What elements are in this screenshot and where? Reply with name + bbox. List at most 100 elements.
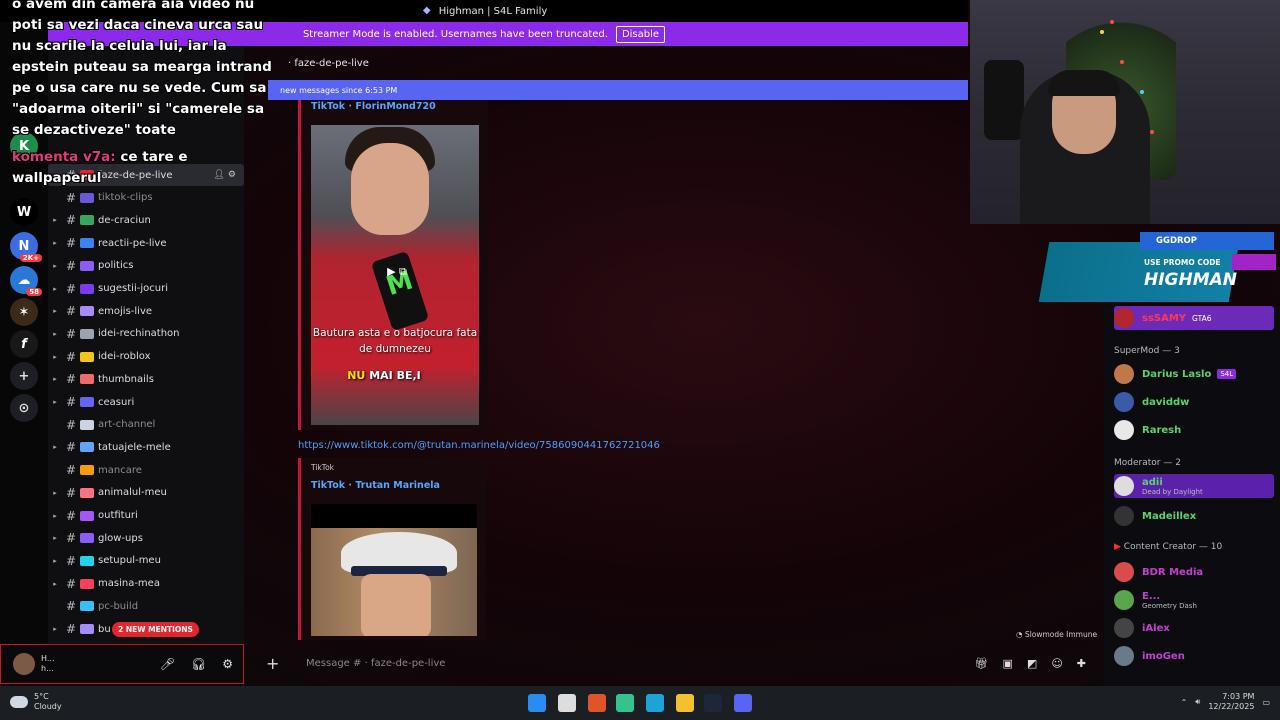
play-icon[interactable]: ▶ ⧉ [379,265,415,285]
server-icon[interactable]: W [10,198,38,226]
emoji-icon[interactable]: ☺ [1051,657,1062,670]
start-icon[interactable] [528,694,546,712]
channel-item[interactable]: ▸ # ceasuri [48,391,244,413]
channel-item[interactable]: # art-channel [48,414,244,436]
channel-item[interactable]: ▸ # reactii-pe-live [48,232,244,254]
channel-item[interactable]: ▸ # sugestii-jocuri [48,278,244,300]
server-icon[interactable]: ☁ 58 [10,266,42,296]
explorer-window-icon[interactable] [558,694,576,712]
avatar [1114,420,1134,440]
channel-item[interactable]: ▸ # thumbnails [48,368,244,390]
member-item[interactable]: ssSAMY GTA6 [1114,306,1274,330]
message-input[interactable]: Message # · faze-de-pe-live [306,658,445,669]
server-icon[interactable]: N 2K+ [10,232,42,262]
new-messages-bar[interactable]: new messages since 6:53 PM [268,80,968,100]
expand-arrow-icon[interactable]: ▸ [48,353,62,361]
attach-plus-icon[interactable]: + [266,654,286,673]
channel-item[interactable]: ▸ # de-craciun [48,209,244,231]
video-preview[interactable]: M ▶ ⧉ Bautura asta e o batjocura fata de… [311,125,479,425]
channel-item[interactable]: # pc-build [48,595,244,617]
member-item[interactable]: BDR Media [1114,560,1278,584]
chrome-icon[interactable] [616,694,634,712]
member-tag: GTA6 [1192,313,1212,323]
steam-icon[interactable] [704,694,722,712]
avatar[interactable] [13,653,35,675]
expand-arrow-icon[interactable]: ▸ [48,534,62,542]
expand-arrow-icon[interactable]: ▸ [48,262,62,270]
tree-light [1120,60,1124,64]
channel-item[interactable]: ▸ # glow-ups [48,527,244,549]
channel-item[interactable]: ▸ # setupul-meu [48,550,244,572]
hashtag-icon: # [65,576,77,591]
avatar [1114,590,1134,610]
disable-streamer-mode-button[interactable]: Disable [615,25,666,43]
expand-arrow-icon[interactable]: ▸ [48,557,62,565]
expand-arrow-icon[interactable]: ▸ [48,307,62,315]
channel-item[interactable]: ▸ # idei-rechinathon [48,323,244,345]
embed-title[interactable]: TikTok · Trutan Marinela [311,480,440,491]
video-preview[interactable] [311,504,477,636]
gift-icon[interactable]: 🎁︎ [975,657,989,670]
member-item[interactable]: adii Dead by Daylight [1114,474,1274,498]
weather-widget[interactable]: 5°C Cloudy [10,692,62,712]
sticker-icon[interactable]: ◩ [1027,657,1037,670]
channel-item[interactable]: ▸ # emojis-live [48,300,244,322]
member-item[interactable]: imoGen [1114,644,1278,668]
channel-name: sugestii-jocuri [98,283,168,294]
settings-gear-icon[interactable]: ⚙ [222,657,233,671]
gif-icon[interactable]: ▣ [1003,657,1013,670]
member-item[interactable]: Darius Laslo S4L [1114,362,1278,386]
member-item[interactable]: Madeillex [1114,504,1278,528]
channel-item[interactable]: ▸ # outfituri [48,505,244,527]
member-item[interactable]: E... Geometry Dash [1114,588,1278,612]
channel-item[interactable]: ▸ # masina-mea [48,573,244,595]
brave-icon[interactable] [588,694,606,712]
folder-icon[interactable] [676,694,694,712]
headphones-icon[interactable]: 🎧︎ [191,657,206,671]
video-face [351,143,429,235]
expand-arrow-icon[interactable]: ▸ [48,330,62,338]
weather-desc: Cloudy [34,702,62,711]
microphone-icon[interactable]: 🎤︎ [160,657,175,671]
message-link[interactable]: https://www.tiktok.com/@trutan.marinela/… [298,440,660,451]
member-tag: S4L [1217,369,1237,379]
promo-line-1: USE PROMO CODE [1144,258,1221,267]
apps-icon[interactable]: ✚ [1077,657,1086,670]
channel-item[interactable]: # mancare [48,459,244,481]
expand-arrow-icon[interactable]: ▸ [48,580,62,588]
video-can: M [370,250,430,332]
expand-arrow-icon[interactable]: ▸ [48,398,62,406]
channel-item[interactable]: ▸ # politics [48,255,244,277]
add-server-icon[interactable]: + [10,362,38,390]
member-item[interactable]: iAlex [1114,616,1278,640]
channel-name: tiktok-clips [98,192,153,204]
expand-arrow-icon[interactable]: ▸ [48,216,62,224]
volume-icon[interactable]: 🔊︎ [1195,697,1200,707]
channel-item[interactable]: # tiktok-clips [48,187,244,209]
expand-arrow-icon[interactable]: ▸ [48,625,62,633]
expand-arrow-icon[interactable]: ▸ [48,443,62,451]
new-messages-text: new messages since 6:53 PM [280,85,398,95]
clock[interactable]: 7:03 PM 12/22/2025 [1208,692,1254,712]
embed-title[interactable]: TikTok · FlorinMond720 [311,101,436,112]
channel-item[interactable]: ▸ # idei-roblox [48,346,244,368]
expand-arrow-icon[interactable]: ▸ [48,489,62,497]
user-name[interactable]: H... h... [41,654,55,674]
member-item[interactable]: Raresh [1114,418,1278,442]
channel-item[interactable]: ▸ # tatuajele-mele [48,436,244,458]
expand-arrow-icon[interactable]: ▸ [48,285,62,293]
discover-icon[interactable]: ⊙ [10,394,38,422]
app-icon[interactable] [646,694,664,712]
channel-item[interactable]: ▸ # animalul-meu [48,482,244,504]
expand-arrow-icon[interactable]: ▸ [48,375,62,383]
server-icon[interactable]: ✶ [10,298,38,326]
server-icon[interactable]: f [10,330,38,358]
member-item[interactable]: daviddw [1114,390,1278,414]
expand-arrow-icon[interactable]: ▸ [48,512,62,520]
new-mentions-pill[interactable]: 2 NEW MENTIONS [112,622,199,637]
discord-icon[interactable] [734,694,752,712]
chevron-up-icon[interactable]: ⌃ [1181,698,1188,707]
window-title: Highman | S4L Family [438,5,548,17]
expand-arrow-icon[interactable]: ▸ [48,239,62,247]
notification-icon[interactable]: ▭ [1262,698,1270,707]
